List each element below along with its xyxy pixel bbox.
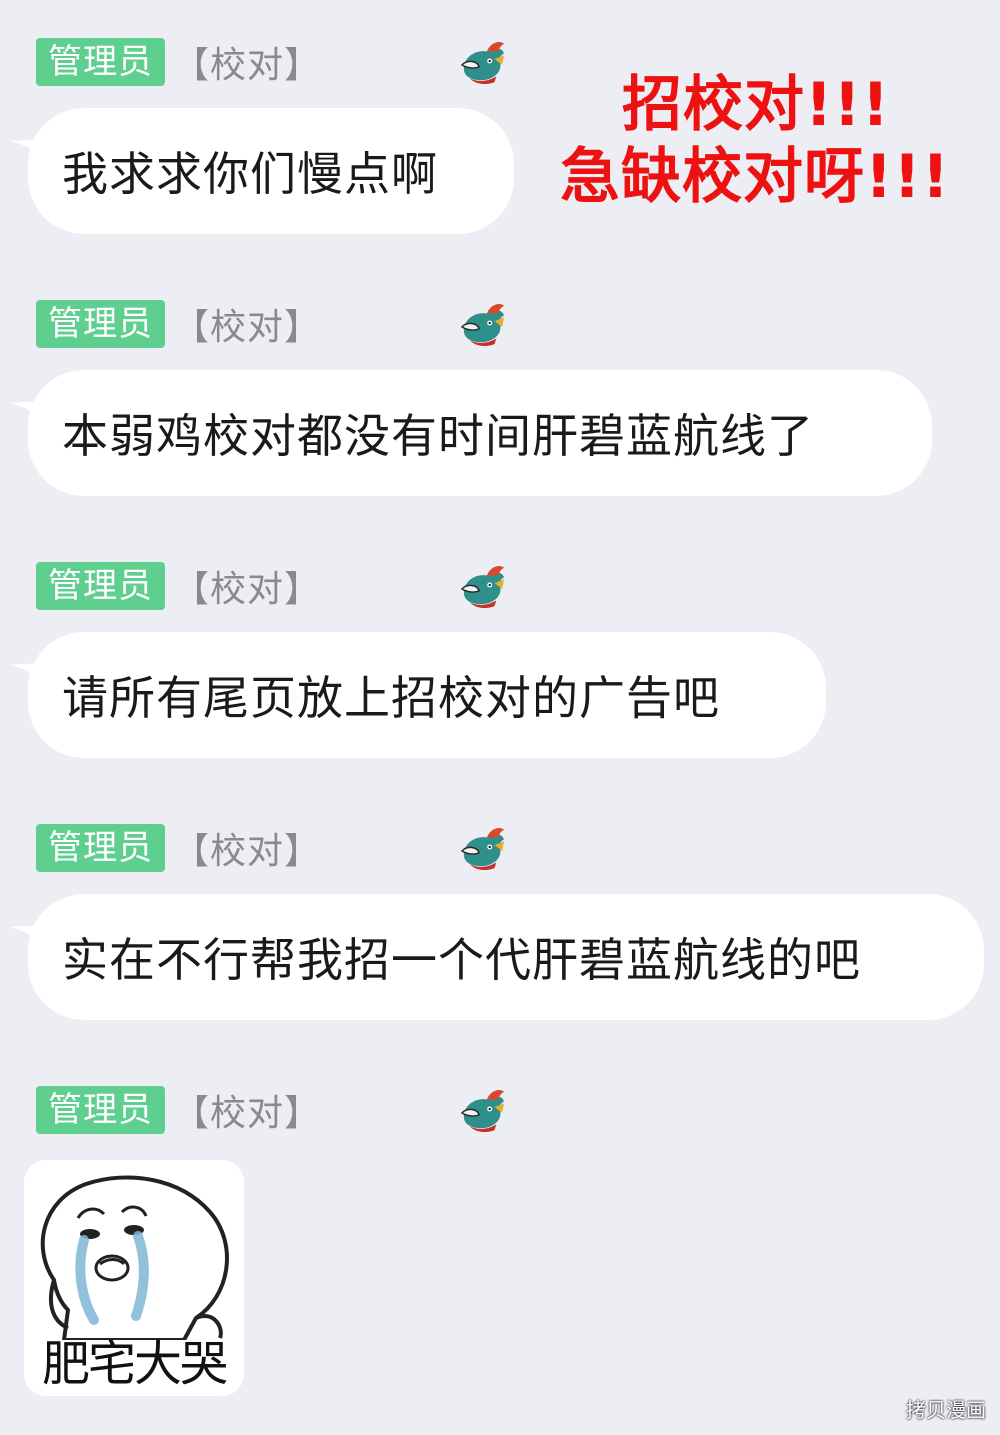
dragon-avatar-icon[interactable]: [458, 564, 508, 608]
sender-title: 【校对】: [173, 569, 322, 610]
message-bubble[interactable]: 实在不行帮我招一个代肝碧蓝航线的吧: [28, 894, 984, 1020]
recruit-banner-line2: 急缺校对呀!!!: [560, 142, 951, 212]
sender-title: 【校对】: [173, 831, 322, 872]
message-bubble[interactable]: 请所有尾页放上招校对的广告吧: [28, 632, 826, 758]
message-header: 管理员 【校对】: [36, 38, 321, 86]
message-header: 管理员 【校对】: [36, 300, 321, 348]
sender-title: 【校对】: [173, 45, 322, 86]
crying-blob-sticker[interactable]: 肥宅大哭: [24, 1160, 244, 1396]
role-badge: 管理员: [36, 38, 165, 86]
dragon-avatar-icon[interactable]: [458, 1088, 508, 1132]
role-badge: 管理员: [36, 300, 165, 348]
message-bubble[interactable]: 我求求你们慢点啊: [28, 108, 514, 234]
sender-title: 【校对】: [173, 307, 322, 348]
dragon-avatar-icon[interactable]: [458, 826, 508, 870]
message-header: 管理员 【校对】: [36, 824, 321, 872]
message-bubble[interactable]: 本弱鸡校对都没有时间肝碧蓝航线了: [28, 370, 932, 496]
role-badge: 管理员: [36, 1086, 165, 1134]
dragon-avatar-icon[interactable]: [458, 40, 508, 84]
role-badge: 管理员: [36, 562, 165, 610]
sticker-caption: 肥宅大哭: [41, 1336, 228, 1392]
sender-title: 【校对】: [173, 1093, 322, 1134]
role-badge: 管理员: [36, 824, 165, 872]
message-header: 管理员 【校对】: [36, 562, 321, 610]
watermark: 拷贝漫画: [906, 1398, 986, 1422]
dragon-avatar-icon[interactable]: [458, 302, 508, 346]
crying-blob-image: [40, 1175, 229, 1342]
message-header: 管理员 【校对】: [36, 1086, 321, 1134]
